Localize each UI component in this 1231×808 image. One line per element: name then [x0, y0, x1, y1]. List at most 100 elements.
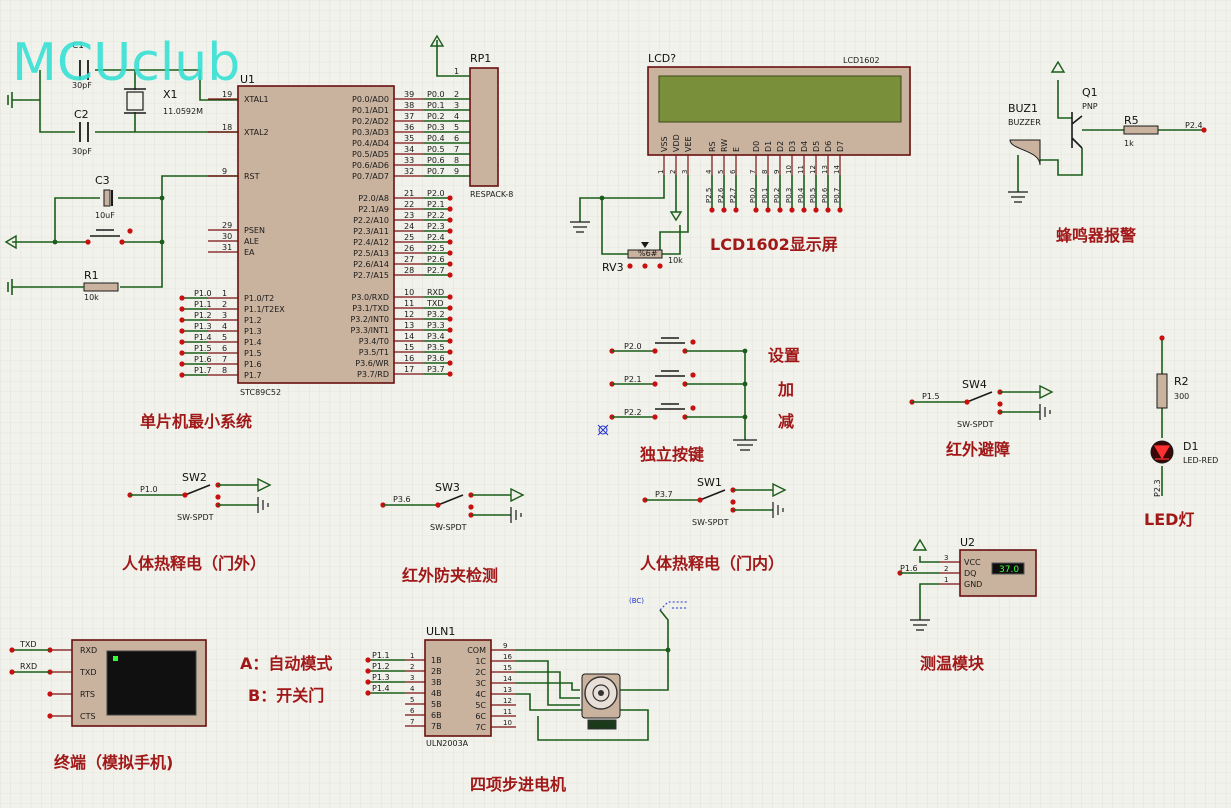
sw2-caption: 人体热释电（门外）: [122, 554, 266, 573]
lcd-pin-number: 1: [657, 170, 665, 174]
rp1-pin-number: 3: [454, 101, 459, 110]
pin-number: 1: [222, 289, 227, 298]
mcu-part: STC89C52: [240, 388, 281, 397]
pin-name: P0.0/AD0: [352, 95, 389, 104]
net-label: P3.3: [427, 321, 445, 330]
net-label: P1.4: [194, 333, 212, 342]
lcd-part: LCD1602: [843, 56, 880, 65]
lcd-pin-number: 12: [809, 165, 817, 174]
net-label: P3.5: [427, 343, 445, 352]
uln-pin-name: 1B: [431, 656, 442, 665]
uln-pin-number: 12: [503, 697, 512, 705]
rp1-ref: RP1: [470, 52, 491, 65]
lcd-pin-name: VSS: [660, 136, 669, 152]
key-net-label: P2.1: [624, 375, 642, 384]
mode-a-text: A：自动模式: [240, 654, 332, 673]
u2-pin-number: 1: [944, 576, 948, 584]
pin-name: P1.5: [244, 349, 262, 358]
terminal-pin-name: RTS: [80, 690, 95, 699]
uln-pin-number: 14: [503, 675, 512, 683]
uln-pin-number: 6: [410, 707, 415, 715]
net-label: P2.6: [427, 255, 445, 264]
pin-name: PSEN: [244, 226, 265, 235]
net-label: P2.2: [427, 211, 445, 220]
uln-pin-number: 2: [410, 663, 414, 671]
lcd-net-label: P2.6: [717, 187, 725, 203]
pin-number: 34: [404, 145, 414, 154]
pin-number: 29: [222, 221, 232, 230]
pin-name: P0.4/AD4: [352, 139, 389, 148]
u2-pin-number: 3: [944, 554, 948, 562]
pin-name: P2.6/A14: [353, 260, 389, 269]
uln-pin-number: 16: [503, 653, 512, 661]
keys-caption: 独立按键: [640, 445, 704, 464]
lcd-pin-number: 11: [797, 165, 805, 174]
d1-part: LED-RED: [1183, 456, 1218, 465]
c2-label: C2: [74, 108, 89, 121]
u2-pin-name: GND: [964, 580, 982, 589]
bc-label: (BC): [629, 597, 644, 605]
pin-number: 28: [404, 266, 414, 275]
pin-number: 15: [404, 343, 414, 352]
lcd-net-label: P0.3: [785, 188, 793, 203]
key-minus-label: 减: [778, 412, 794, 431]
uln-pin-name: 6C: [475, 712, 486, 721]
pin-name: P0.5/AD5: [352, 150, 389, 159]
pin-name: P3.0/RXD: [352, 293, 389, 302]
pin-number: 8: [222, 366, 227, 375]
lcd-pin-name: RS: [708, 141, 717, 152]
lcd-net-label: P0.7: [833, 188, 841, 203]
uln-pin-name: 2C: [475, 668, 486, 677]
net-label: P0.7: [427, 167, 445, 176]
pin-number: 2: [222, 300, 227, 309]
u2-net: P1.6: [900, 564, 918, 573]
pin-number: 7: [222, 355, 227, 364]
u2-reading: 37.0: [999, 565, 1019, 575]
rp1-part: RESPACK-8: [470, 190, 513, 199]
lcd-net-label: P2.7: [729, 188, 737, 203]
buzzer-caption: 蜂鸣器报警: [1056, 226, 1136, 245]
net-label: P1.5: [194, 344, 212, 353]
lcd-net-label: P0.2: [773, 188, 781, 203]
key-set-label: 设置: [768, 346, 800, 365]
lcd-pin-number: 4: [705, 169, 713, 174]
pin-number: 35: [404, 134, 414, 143]
net-label: TXD: [426, 299, 444, 308]
sw1-part: SW-SPDT: [692, 518, 729, 527]
net-label: P1.3: [194, 322, 212, 331]
uln-pin-name: 4C: [475, 690, 486, 699]
pin-name: P2.1/A9: [358, 205, 389, 214]
pin-name: RST: [244, 172, 260, 181]
schematic-canvas: C1 30pF C2 30pF X1 11.0592M C3 10uF R1 1…: [0, 0, 1231, 808]
lcd-caption: LCD1602显示屏: [710, 235, 838, 254]
r1-value: 10k: [84, 293, 99, 302]
c3-value: 10uF: [95, 211, 115, 220]
rp1-body[interactable]: [469, 67, 499, 187]
u2-pin-number: 2: [944, 565, 948, 573]
uln-net-label: P1.2: [372, 662, 390, 671]
lcd-pin-number: 5: [717, 170, 725, 174]
net-label: P1.7: [194, 366, 212, 375]
key-net-label: P2.2: [624, 408, 642, 417]
r2-value: 300: [1174, 392, 1189, 401]
pin-name: P2.2/A10: [353, 216, 389, 225]
lcd-net-label: P0.0: [749, 188, 757, 203]
pin-name: P1.7: [244, 371, 262, 380]
pin-name: XTAL2: [244, 128, 269, 137]
lcd-pin-name: VDD: [672, 134, 681, 152]
pin-number: 39: [404, 90, 414, 99]
u2-pin-name: DQ: [964, 569, 976, 578]
x1-value: 11.0592M: [163, 107, 203, 116]
uln-pin-name: 2B: [431, 667, 442, 676]
mcu-ref: U1: [240, 73, 255, 86]
pin-name: P3.4/T0: [359, 337, 389, 346]
pin-number: 31: [222, 243, 232, 252]
sw1-caption: 人体热释电（门内）: [640, 554, 784, 573]
c2-value: 30pF: [72, 147, 92, 156]
net-label: P2.0: [427, 189, 445, 198]
u2-caption: 测温模块: [920, 654, 985, 673]
uln-pin-number: 4: [410, 685, 415, 693]
d1-ref: D1: [1183, 440, 1198, 453]
uln-pin-name: COM: [467, 646, 486, 655]
pin-name: P3.3/INT1: [350, 326, 389, 335]
